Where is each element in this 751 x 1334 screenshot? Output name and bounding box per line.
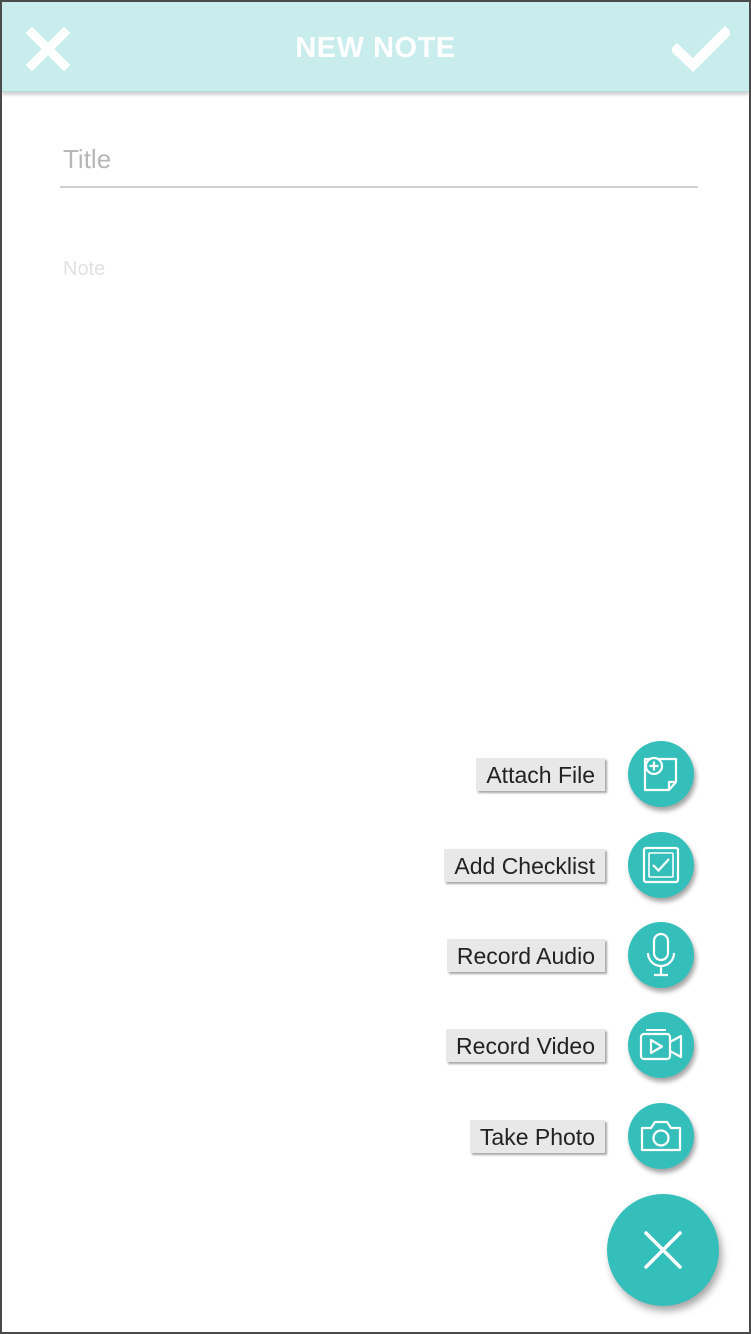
take-photo-row: Take Photo — [469, 1101, 694, 1171]
close-icon — [644, 1231, 682, 1269]
record-audio-row: Record Audio — [446, 920, 694, 990]
attach-file-icon — [643, 756, 678, 792]
note-input[interactable] — [60, 254, 698, 694]
record-video-row: Record Video — [446, 1010, 694, 1080]
close-menu-fab[interactable] — [607, 1194, 719, 1306]
record-video-label[interactable]: Record Video — [446, 1028, 605, 1062]
add-checklist-row: Add Checklist — [444, 830, 694, 900]
checklist-icon — [642, 846, 680, 884]
record-audio-button[interactable] — [628, 922, 694, 988]
attach-file-button[interactable] — [628, 741, 694, 807]
app-screen: NEW NOTE Attach File Add Checklist — [0, 0, 751, 1334]
record-video-button[interactable] — [628, 1012, 694, 1078]
attach-file-label[interactable]: Attach File — [476, 757, 605, 791]
attach-file-row: Attach File — [476, 739, 694, 809]
video-camera-icon — [639, 1029, 683, 1061]
record-audio-label[interactable]: Record Audio — [446, 938, 605, 972]
add-checklist-button[interactable] — [628, 832, 694, 898]
top-bar: NEW NOTE — [2, 2, 749, 92]
title-input[interactable] — [60, 132, 698, 188]
save-button[interactable] — [670, 24, 732, 74]
take-photo-label[interactable]: Take Photo — [469, 1119, 605, 1153]
microphone-icon — [646, 932, 676, 977]
take-photo-button[interactable] — [628, 1103, 694, 1169]
page-title: NEW NOTE — [295, 32, 456, 64]
add-checklist-label[interactable]: Add Checklist — [444, 848, 605, 882]
camera-icon — [640, 1120, 682, 1152]
checkmark-icon — [672, 26, 730, 72]
